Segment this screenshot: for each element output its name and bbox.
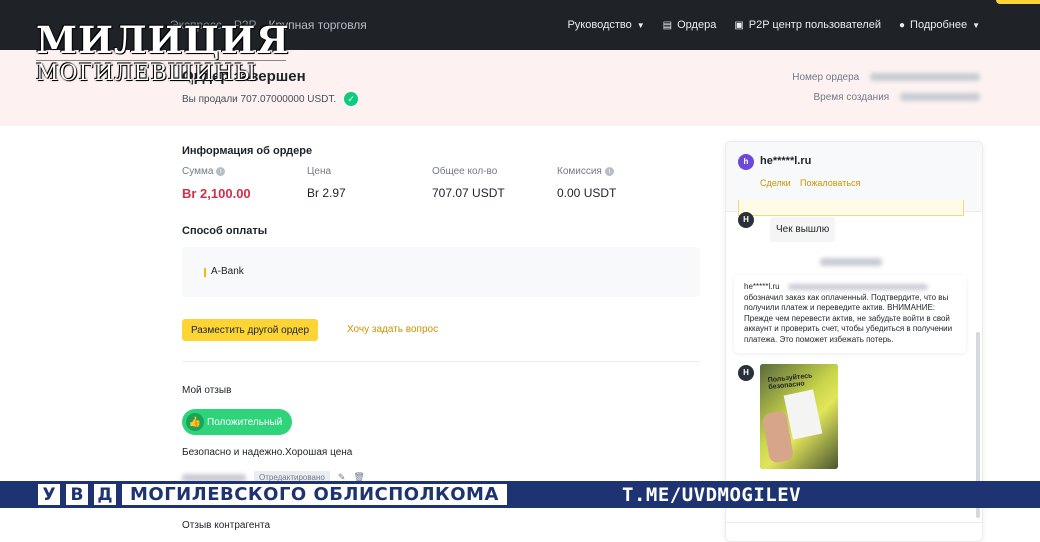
system-notice-card: he*****l.ru обозначил заказ как оплаченн…	[734, 275, 966, 353]
chat-input-bar[interactable]	[726, 522, 982, 541]
avatar: h	[738, 154, 754, 170]
review-text: Безопасно и надежно.Хорошая цена	[182, 447, 353, 458]
counterparty-review-title: Отзыв контрагента	[182, 520, 271, 531]
tab-complain[interactable]: Пожаловаться	[800, 178, 860, 188]
uvd-banner: У В Д МОГИЛЕВСКОГО ОБЛИСПОЛКОМА T.ME/UVD…	[0, 481, 1040, 508]
banner-letter: У	[38, 484, 60, 505]
police-watermark-logo: МИЛИЦИЯ МОГИЛЕВЩИНЫ	[36, 18, 290, 94]
watermark-line-1: МИЛИЦИЯ	[36, 18, 290, 62]
fee-label-row: Комиссия i	[557, 166, 682, 177]
order-time-row: Время создания	[792, 88, 980, 108]
divider	[182, 361, 700, 362]
more-label: Подробнее	[910, 19, 968, 31]
system-notice-user: he*****l.ru	[744, 282, 780, 291]
price-column: Цена Br 2.97	[307, 166, 432, 201]
watermark-line-2: МОГИЛЕВЩИНЫ	[36, 60, 286, 87]
chat-message: Чек вышлю	[770, 217, 836, 242]
document-icon: ▤	[662, 19, 673, 31]
chevron-down-icon: ▼	[636, 20, 645, 30]
chat-notice-strip	[738, 200, 964, 216]
payment-marker	[204, 268, 206, 277]
banner-site: T.ME/UVDMOGILEV	[622, 483, 802, 506]
globe-icon: ●	[898, 19, 906, 31]
p2p-center-label: P2P центр пользователей	[748, 19, 881, 31]
nav-right-menu: Руководство ▼ ▤ Ордера ▣ P2P центр польз…	[567, 0, 980, 50]
order-info-title: Информация об ордере	[182, 145, 313, 157]
price-label: Цена	[307, 166, 332, 177]
order-number-label: Номер ордера	[792, 72, 860, 83]
check-circle-icon: ✓	[344, 92, 359, 106]
nav-orders[interactable]: ▤ Ордера	[663, 19, 717, 31]
sold-summary: Вы продали 707.07000000 USDT. ✓	[182, 92, 359, 106]
ask-question-link[interactable]: Хочу задать вопрос	[347, 324, 438, 335]
info-icon[interactable]: i	[604, 167, 614, 176]
nav-guide[interactable]: Руководство ▼	[567, 19, 644, 31]
sold-text: Вы продали 707.07000000 USDT.	[182, 93, 337, 105]
amount-value: Br 2,100.00	[182, 186, 251, 201]
avatar: H	[738, 212, 754, 228]
chat-username: he*****l.ru	[760, 155, 812, 167]
nav-more[interactable]: ● Подробнее ▼	[899, 19, 980, 31]
amount-column: Сумма i Br 2,100.00	[182, 166, 307, 201]
positive-review-pill[interactable]: 👍 Положительный	[182, 409, 292, 435]
quantity-column: Общее кол-во 707.07 USDT	[432, 166, 557, 201]
order-meta: Номер ордера Время создания	[792, 68, 980, 108]
order-number-redacted	[870, 73, 980, 82]
price-value: Br 2.97	[307, 186, 346, 200]
thumbs-up-icon: 👍	[186, 413, 204, 431]
avatar: H	[738, 365, 754, 381]
chevron-down-icon: ▼	[972, 20, 980, 30]
order-number-row: Номер ордера	[792, 68, 980, 88]
amount-label-row: Сумма i	[182, 166, 307, 177]
positive-label: Положительный	[207, 416, 283, 428]
user-center-icon: ▣	[734, 19, 744, 31]
orders-label: Ордера	[677, 19, 717, 31]
fee-label: Комиссия	[557, 166, 602, 177]
tab-deals[interactable]: Сделки	[760, 178, 791, 188]
payment-method-title: Способ оплаты	[182, 225, 268, 237]
corner-accent	[996, 0, 1040, 4]
payment-method-card: A-Bank	[182, 247, 700, 297]
quantity-label: Общее кол-во	[432, 166, 498, 177]
system-notice-text: обозначил заказ как оплаченный. Подтверд…	[744, 292, 953, 344]
banner-letter: В	[66, 484, 88, 505]
payment-method-name: A-Bank	[211, 266, 244, 277]
system-notice-redacted	[787, 283, 928, 290]
info-icon[interactable]: i	[216, 167, 226, 176]
order-time-label: Время создания	[813, 92, 890, 103]
order-time-redacted	[900, 93, 980, 102]
receipt-photo[interactable]: Пользуйтесь безопасно	[760, 364, 838, 469]
fee-column: Комиссия i 0.00 USDT	[557, 166, 682, 201]
banner-title: МОГИЛЕВСКОГО ОБЛИСПОЛКОМА	[122, 484, 507, 505]
amount-label: Сумма	[182, 166, 214, 177]
guide-label: Руководство	[567, 19, 632, 31]
fee-value: 0.00 USDT	[557, 186, 617, 200]
quantity-value: 707.07 USDT	[432, 186, 505, 200]
my-review-title: Мой отзыв	[182, 385, 232, 396]
timestamp-redacted	[820, 258, 882, 266]
order-info-grid: Сумма i Br 2,100.00 Цена Br 2.97 Общее к…	[182, 166, 682, 201]
place-another-order-button[interactable]: Разместить другой ордер	[182, 319, 318, 341]
banner-letter: Д	[94, 484, 116, 505]
nav-p2p-center[interactable]: ▣ P2P центр пользователей	[734, 19, 881, 31]
